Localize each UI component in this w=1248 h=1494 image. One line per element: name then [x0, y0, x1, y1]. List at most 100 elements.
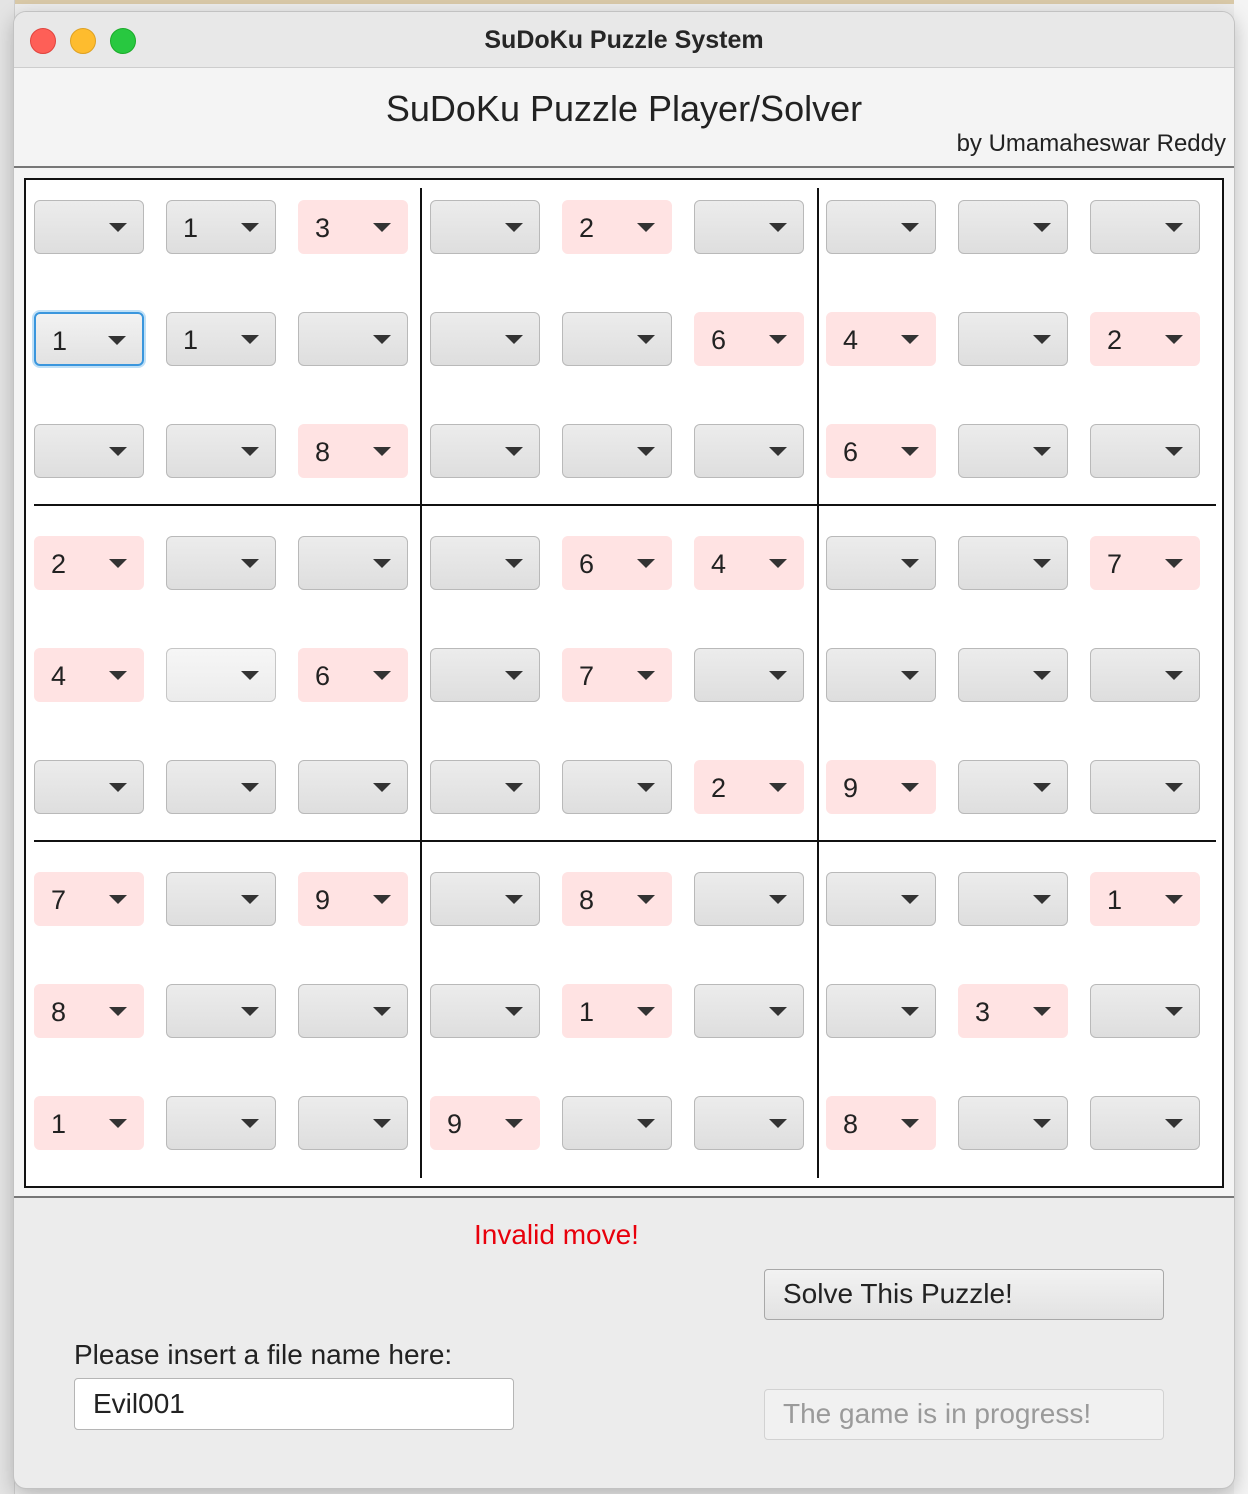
cell-r2-c1[interactable]: 1: [34, 312, 144, 366]
cell-r4-c6[interactable]: 4: [694, 536, 804, 590]
cell-r7-c6[interactable]: [694, 872, 804, 926]
cell-r9-c8[interactable]: [958, 1096, 1068, 1150]
chevron-down-icon: [901, 671, 919, 680]
cell-r6-c4[interactable]: [430, 760, 540, 814]
file-name-input[interactable]: [74, 1378, 514, 1430]
status-message: Invalid move!: [474, 1219, 639, 1250]
cell-r5-c9[interactable]: [1090, 648, 1200, 702]
cell-r4-c5[interactable]: 6: [562, 536, 672, 590]
cell-r2-c5[interactable]: [562, 312, 672, 366]
cell-r4-c2[interactable]: [166, 536, 276, 590]
cell-r7-c8[interactable]: [958, 872, 1068, 926]
cell-r6-c7[interactable]: 9: [826, 760, 936, 814]
sudoku-grid: 1 3 2 1 1 6 4 2 8 6 2 6 4 7 4 6 7 2 9 7 9 8 1 8 1 3 1 9 8: [24, 178, 1224, 1188]
cell-r3-c8[interactable]: [958, 424, 1068, 478]
cell-r3-c7[interactable]: 6: [826, 424, 936, 478]
cell-r9-c2[interactable]: [166, 1096, 276, 1150]
cell-r4-c7[interactable]: [826, 536, 936, 590]
cell-r1-c8[interactable]: [958, 200, 1068, 254]
cell-r1-c3[interactable]: 3: [298, 200, 408, 254]
cell-r2-c2[interactable]: 1: [166, 312, 276, 366]
cell-r6-c3[interactable]: [298, 760, 408, 814]
cell-r5-c7[interactable]: [826, 648, 936, 702]
cell-r8-c7[interactable]: [826, 984, 936, 1038]
cell-r8-c8[interactable]: 3: [958, 984, 1068, 1038]
cell-r9-c5[interactable]: [562, 1096, 672, 1150]
cell-r6-c9[interactable]: [1090, 760, 1200, 814]
cell-r8-c4[interactable]: [430, 984, 540, 1038]
cell-r7-c1[interactable]: 7: [34, 872, 144, 926]
chevron-down-icon: [769, 335, 787, 344]
chevron-down-icon: [637, 1119, 655, 1128]
chevron-down-icon: [241, 895, 259, 904]
cell-r5-c6[interactable]: [694, 648, 804, 702]
chevron-down-icon: [505, 335, 523, 344]
solve-puzzle-button[interactable]: Solve This Puzzle!: [764, 1269, 1164, 1320]
chevron-down-icon: [373, 671, 391, 680]
cell-value: 3: [975, 997, 991, 1027]
cell-r5-c1[interactable]: 4: [34, 648, 144, 702]
cell-r6-c2[interactable]: [166, 760, 276, 814]
cell-r3-c3[interactable]: 8: [298, 424, 408, 478]
cell-r4-c9[interactable]: 7: [1090, 536, 1200, 590]
cell-r5-c5[interactable]: 7: [562, 648, 672, 702]
cell-r5-c3[interactable]: 6: [298, 648, 408, 702]
cell-r4-c3[interactable]: [298, 536, 408, 590]
cell-r8-c1[interactable]: 8: [34, 984, 144, 1038]
cell-r4-c4[interactable]: [430, 536, 540, 590]
chevron-down-icon: [108, 336, 126, 345]
cell-r3-c4[interactable]: [430, 424, 540, 478]
cell-r6-c6[interactable]: 2: [694, 760, 804, 814]
background-window-right: [1234, 0, 1248, 1494]
cell-r7-c4[interactable]: [430, 872, 540, 926]
cell-r9-c1[interactable]: 1: [34, 1096, 144, 1150]
cell-r1-c9[interactable]: [1090, 200, 1200, 254]
cell-r7-c2[interactable]: [166, 872, 276, 926]
title-bar: SuDoKu Puzzle System: [14, 12, 1234, 68]
cell-r2-c7[interactable]: 4: [826, 312, 936, 366]
cell-r6-c1[interactable]: [34, 760, 144, 814]
cell-r7-c3[interactable]: 9: [298, 872, 408, 926]
cell-r4-c1[interactable]: 2: [34, 536, 144, 590]
cell-r7-c5[interactable]: 8: [562, 872, 672, 926]
cell-r9-c4[interactable]: 9: [430, 1096, 540, 1150]
cell-r1-c7[interactable]: [826, 200, 936, 254]
cell-r9-c7[interactable]: 8: [826, 1096, 936, 1150]
cell-r8-c2[interactable]: [166, 984, 276, 1038]
cell-r7-c7[interactable]: [826, 872, 936, 926]
cell-r1-c5[interactable]: 2: [562, 200, 672, 254]
cell-r5-c4[interactable]: [430, 648, 540, 702]
cell-r2-c6[interactable]: 6: [694, 312, 804, 366]
cell-r3-c2[interactable]: [166, 424, 276, 478]
cell-r4-c8[interactable]: [958, 536, 1068, 590]
cell-r7-c9[interactable]: 1: [1090, 872, 1200, 926]
cell-r8-c3[interactable]: [298, 984, 408, 1038]
cell-r2-c3[interactable]: [298, 312, 408, 366]
cell-r3-c6[interactable]: [694, 424, 804, 478]
cell-r6-c5[interactable]: [562, 760, 672, 814]
cell-value: 9: [315, 885, 331, 915]
cell-r1-c1[interactable]: [34, 200, 144, 254]
cell-r1-c2[interactable]: 1: [166, 200, 276, 254]
cell-r6-c8[interactable]: [958, 760, 1068, 814]
cell-r3-c5[interactable]: [562, 424, 672, 478]
chevron-down-icon: [1165, 783, 1183, 792]
cell-r8-c5[interactable]: 1: [562, 984, 672, 1038]
cell-r1-c4[interactable]: [430, 200, 540, 254]
chevron-down-icon: [109, 895, 127, 904]
cell-r2-c9[interactable]: 2: [1090, 312, 1200, 366]
cell-r9-c3[interactable]: [298, 1096, 408, 1150]
cell-r8-c6[interactable]: [694, 984, 804, 1038]
cell-r2-c4[interactable]: [430, 312, 540, 366]
cell-r1-c6[interactable]: [694, 200, 804, 254]
chevron-down-icon: [1033, 783, 1051, 792]
cell-r2-c8[interactable]: [958, 312, 1068, 366]
cell-r9-c6[interactable]: [694, 1096, 804, 1150]
cell-r3-c9[interactable]: [1090, 424, 1200, 478]
cell-r5-c8[interactable]: [958, 648, 1068, 702]
cell-r8-c9[interactable]: [1090, 984, 1200, 1038]
cell-value: 7: [51, 885, 67, 915]
cell-r5-c2[interactable]: [166, 648, 276, 702]
cell-r9-c9[interactable]: [1090, 1096, 1200, 1150]
cell-r3-c1[interactable]: [34, 424, 144, 478]
